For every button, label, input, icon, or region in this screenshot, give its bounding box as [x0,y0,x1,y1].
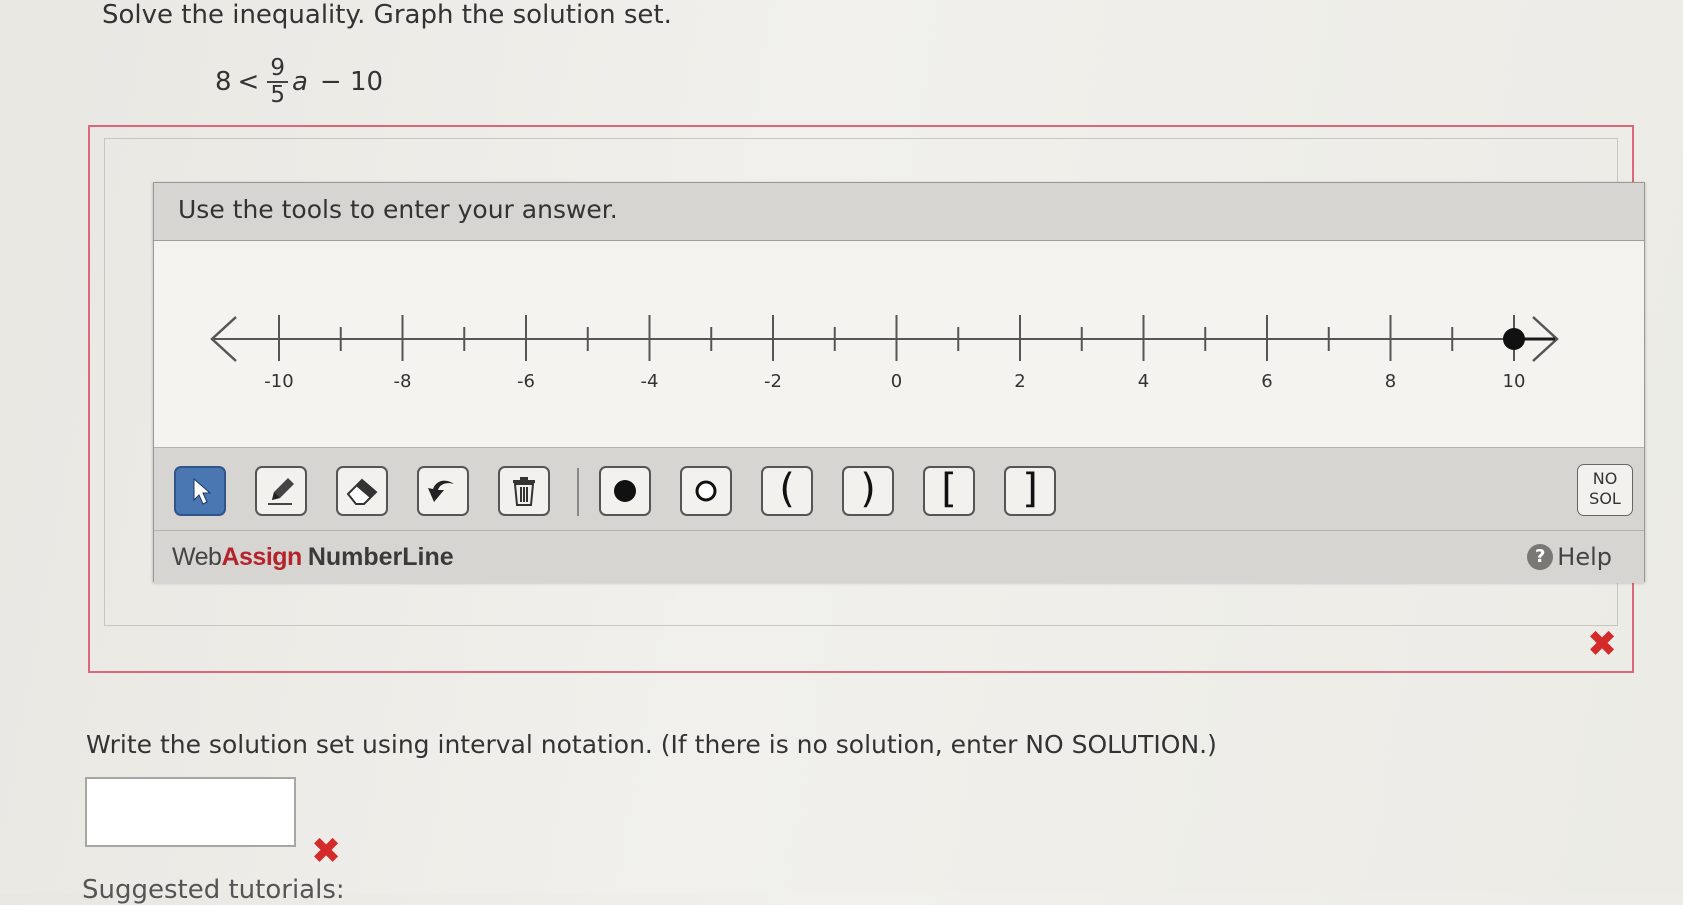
tick-label: -10 [264,371,293,392]
closed-dot-tool[interactable] [599,466,651,516]
fraction-denominator: 5 [270,82,285,108]
undo-icon [428,480,454,502]
eraser-tool[interactable] [336,466,388,516]
no-solution-button[interactable]: NO SOL [1577,464,1633,516]
trash-tool[interactable] [498,466,550,516]
pencil-icon [268,478,294,505]
nosol-line1: NO [1592,469,1618,488]
tick-label: -6 [517,371,535,392]
tick-marks [278,315,1515,361]
nosol-line2: SOL [1589,489,1621,508]
graph-incorrect-mark: ✖ [1587,624,1618,665]
fraction: 9 5 [267,56,288,108]
undo-tool[interactable] [417,466,469,516]
right-paren-label: ) [860,466,876,512]
tick-label: 10 [1503,371,1526,392]
inequality-variable: a [291,67,308,97]
open-dot-tool[interactable] [680,466,732,516]
tick-label: 0 [891,371,902,392]
right-paren-tool[interactable]: ) [842,466,894,516]
webassign-logo: WebAssign NumberLine [172,543,454,572]
widget-header: Use the tools to enter your answer. [154,183,1644,241]
widget-footer: WebAssign NumberLine ? Help [154,531,1644,583]
interval-prompt: Write the solution set using interval no… [86,730,1217,759]
left-bracket-tool[interactable]: [ [923,466,975,516]
fraction-numerator: 9 [267,56,288,83]
brand-web: Web [172,543,222,571]
tick-label: -4 [641,371,659,392]
right-bracket-label: ] [1022,466,1038,512]
question-instruction: Solve the inequality. Graph the solution… [102,0,672,30]
answer-incorrect-mark: ✖ [311,831,342,872]
brand-assign: Assign [221,543,302,571]
right-bracket-tool[interactable]: ] [1004,466,1056,516]
numberline-widget: Use the tools to enter your answer. -10-… [153,182,1645,583]
brand-product: NumberLine [307,543,454,571]
tick-label: 2 [1014,371,1025,392]
filled-circle-icon [614,480,636,502]
help-label: Help [1557,543,1612,571]
left-bracket-label: [ [941,466,957,512]
eraser-icon [346,478,378,505]
toolbar-separator [577,468,579,516]
inequality-relation: < [237,67,260,97]
trash-icon [513,477,535,506]
suggested-tutorials-label: Suggested tutorials: [82,875,345,905]
left-paren-tool[interactable]: ( [761,466,813,516]
tool-bar: ( ) [ ] NO SOL [154,447,1644,531]
open-circle-icon [695,480,717,502]
pointer-tool[interactable] [174,466,226,516]
help-icon: ? [1527,544,1554,570]
tick-label: 8 [1385,371,1396,392]
tick-label: 4 [1138,371,1149,392]
pointer-icon [193,477,212,505]
number-line-canvas[interactable]: -10 -8 -6 -4 -2 0 2 4 6 8 10 [154,241,1644,447]
closed-point[interactable] [1503,328,1525,350]
tick-labels: -10 -8 -6 -4 -2 0 2 4 6 8 10 [264,371,1525,392]
tick-label: 6 [1261,371,1272,392]
interval-answer-input[interactable] [85,777,296,847]
inequality-expression: 8 < 9 5 a − 10 [215,50,383,114]
left-paren-label: ( [779,466,795,512]
inequality-lhs: 8 [215,67,232,97]
inequality-rest: − 10 [319,67,384,97]
pencil-tool[interactable] [255,466,307,516]
tick-label: -8 [394,371,412,392]
tick-label: -2 [764,371,782,392]
help-link[interactable]: ? Help [1527,543,1612,571]
